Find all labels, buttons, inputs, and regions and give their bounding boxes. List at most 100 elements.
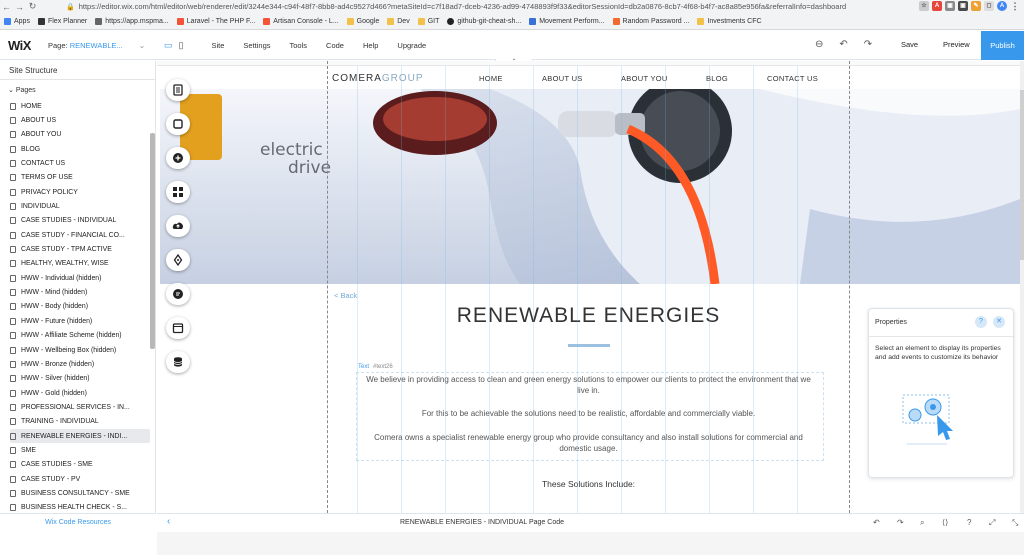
bookmark[interactable]: Random Password ...: [612, 18, 689, 25]
expand-icon[interactable]: ⤢: [989, 518, 995, 528]
sidebar-page-item[interactable]: CASE STUDIES - SME: [10, 458, 150, 472]
help-icon[interactable]: ?: [967, 518, 971, 527]
sidebar-page-item[interactable]: HWW - Body (hidden): [10, 300, 150, 314]
extension-icon[interactable]: ◻: [984, 1, 994, 11]
bookmark-folder[interactable]: Google: [346, 18, 379, 25]
zoom-icon[interactable]: ⊖: [815, 39, 823, 50]
bookmark-apps[interactable]: Apps: [4, 18, 30, 25]
adblock-icon[interactable]: A: [932, 1, 942, 11]
redo-icon[interactable]: ↷: [864, 39, 872, 50]
maximize-icon[interactable]: ⤡: [1012, 518, 1018, 528]
sidebar-page-item[interactable]: HWW - Affiliate Scheme (hidden): [10, 329, 150, 343]
undo-icon[interactable]: ↶: [839, 39, 847, 50]
sidebar-page-item[interactable]: HWW - Mind (hidden): [10, 285, 150, 299]
menu-code[interactable]: Code: [326, 41, 344, 50]
sidebar-page-item[interactable]: CASE STUDY - PV: [10, 472, 150, 486]
site-logo[interactable]: COMERAGROUP: [332, 73, 424, 84]
search-icon[interactable]: ⌕: [920, 518, 924, 528]
sidebar-page-item[interactable]: HEALTHY, WEALTHY, WISE: [10, 257, 150, 271]
sidebar-page-item[interactable]: CASE STUDY - TPM ACTIVE: [10, 242, 150, 256]
bookmark-folder[interactable]: Investments CFC: [697, 18, 762, 25]
bookmark[interactable]: github-git-cheat-sh...: [447, 18, 521, 25]
wix-logo[interactable]: WiX: [8, 38, 48, 53]
bookmark[interactable]: Artisan Console - L...: [263, 18, 339, 25]
sidebar-page-item[interactable]: TERMS OF USE: [10, 171, 150, 185]
sidebar-page-item[interactable]: HWW - Silver (hidden): [10, 372, 150, 386]
save-button[interactable]: Save: [901, 40, 918, 49]
bookmark[interactable]: Movement Perform...: [529, 18, 605, 25]
page-icon: [10, 303, 16, 311]
menu-settings[interactable]: Settings: [243, 41, 270, 50]
sidebar-page-item[interactable]: CASE STUDIES - INDIVIDUAL: [10, 214, 150, 228]
menu-help[interactable]: Help: [363, 41, 378, 50]
bookmark-folder[interactable]: GIT: [417, 18, 439, 25]
sidebar-page-item[interactable]: HWW - Gold (hidden): [10, 386, 150, 400]
sidebar-page-item[interactable]: CASE STUDY - FINANCIAL CO...: [10, 228, 150, 242]
publish-button[interactable]: Publish: [981, 31, 1024, 60]
preview-button[interactable]: Preview: [943, 40, 970, 49]
desktop-icon[interactable]: ▭: [164, 40, 173, 51]
extension-icon[interactable]: ✎: [971, 1, 981, 11]
redo-icon[interactable]: ↷: [897, 518, 904, 527]
sidebar-page-item[interactable]: PRIVACY POLICY: [10, 185, 150, 199]
upload-button[interactable]: [166, 215, 190, 237]
sidebar-page-item[interactable]: SME: [10, 443, 150, 457]
sidebar-page-item[interactable]: ABOUT YOU: [10, 128, 150, 142]
database-button[interactable]: [166, 351, 190, 373]
nav-contact-us[interactable]: CONTACT US: [767, 74, 818, 83]
sidebar-page-item[interactable]: ABOUT US: [10, 113, 150, 127]
canvas-scroll-thumb[interactable]: [1020, 90, 1024, 260]
sidebar-page-item[interactable]: CONTACT US: [10, 156, 150, 170]
add-apps-button[interactable]: [166, 181, 190, 203]
extension-icon[interactable]: ▣: [945, 1, 955, 11]
hero-image[interactable]: electric drive: [160, 89, 1020, 284]
extension-icon[interactable]: ▣: [958, 1, 968, 11]
chat-button[interactable]: [166, 283, 190, 305]
sidebar-page-item[interactable]: INDIVIDUAL: [10, 199, 150, 213]
code-toggle-icon[interactable]: ⟨⟩: [942, 518, 948, 527]
pages-tree-root[interactable]: ⌄ Pages: [8, 86, 36, 94]
solutions-heading[interactable]: These Solutions Include:: [157, 479, 1020, 489]
scrollbar[interactable]: [150, 133, 155, 349]
nav-home[interactable]: HOME: [479, 74, 503, 83]
avatar[interactable]: A: [997, 1, 1007, 11]
menu-site[interactable]: Site: [211, 41, 224, 50]
blog-button[interactable]: [166, 249, 190, 271]
mobile-icon[interactable]: ▯: [179, 40, 184, 51]
add-button[interactable]: [166, 147, 190, 169]
sidebar-page-item[interactable]: BLOG: [10, 142, 150, 156]
star-icon[interactable]: ☆: [919, 1, 929, 11]
sidebar-page-item[interactable]: RENEWABLE ENERGIES - INDI...: [10, 428, 150, 444]
sidebar-page-item[interactable]: PROFESSIONAL SERVICES - IN...: [10, 400, 150, 414]
sidebar-page-item[interactable]: HWW - Wellbeing Box (hidden): [10, 343, 150, 357]
sidebar-page-item[interactable]: HWW - Bronze (hidden): [10, 357, 150, 371]
back-nav-icon[interactable]: ←: [0, 2, 13, 12]
bookmark[interactable]: Flex Planner: [37, 18, 87, 25]
address-bar[interactable]: 🔒 https://editor.wix.com/html/editor/web…: [66, 1, 902, 12]
background-button[interactable]: [166, 113, 190, 135]
site-header[interactable]: COMERAGROUP HOME ABOUT US ABOUT YOU BLOG…: [157, 66, 1020, 89]
page-selector[interactable]: Page: RENEWABLE... ⌄: [48, 41, 156, 50]
help-button[interactable]: ?: [975, 316, 987, 328]
menu-tools[interactable]: Tools: [290, 41, 308, 50]
back-link[interactable]: < Back: [334, 291, 357, 300]
bookmark[interactable]: Laravel - The PHP F...: [176, 18, 255, 25]
forward-nav-icon[interactable]: →: [13, 2, 26, 12]
bookmark[interactable]: https://app.mspma...: [95, 18, 169, 25]
sidebar-page-item[interactable]: HWW - Future (hidden): [10, 314, 150, 328]
sidebar-page-item[interactable]: TRAINING - INDIVIDUAL: [10, 415, 150, 429]
nav-about-you[interactable]: ABOUT YOU: [621, 74, 668, 83]
menu-upgrade[interactable]: Upgrade: [397, 41, 426, 50]
close-button[interactable]: ✕: [993, 316, 1005, 328]
undo-icon[interactable]: ↶: [873, 518, 880, 527]
page-label: HOME: [21, 102, 42, 110]
sidebar-page-item[interactable]: BUSINESS CONSULTANCY - SME: [10, 486, 150, 500]
menus-pages-button[interactable]: [166, 79, 190, 101]
sidebar-page-item[interactable]: HWW - Individual (hidden): [10, 271, 150, 285]
sidebar-page-item[interactable]: HOME: [10, 99, 150, 113]
bookmark-folder[interactable]: Dev: [387, 18, 410, 25]
wix-code-resources-button[interactable]: Wix Code Resources: [0, 513, 156, 532]
reload-icon[interactable]: ↻: [26, 1, 39, 12]
code-panel-title[interactable]: RENEWABLE ENERGIES - INDIVIDUAL Page Cod…: [157, 519, 807, 526]
kebab-menu-icon[interactable]: ⋮: [1010, 1, 1020, 11]
